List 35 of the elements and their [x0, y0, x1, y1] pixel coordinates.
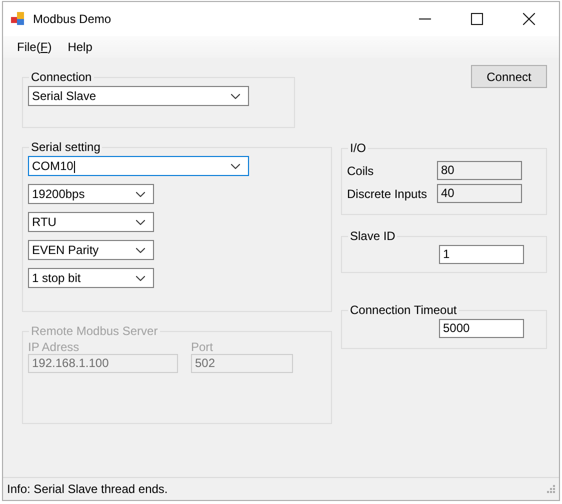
input-field[interactable]: 5000: [439, 319, 524, 338]
resize-grip-icon[interactable]: [547, 485, 555, 493]
chevron-icon: [136, 192, 145, 196]
dropdown[interactable]: 19200bps: [28, 184, 154, 204]
dropdown[interactable]: Serial Slave: [28, 86, 249, 106]
menu-item[interactable]: Help: [68, 40, 92, 54]
menu-item[interactable]: File(F): [17, 40, 52, 54]
chevron-icon: [136, 248, 145, 252]
field-label: Port: [191, 340, 214, 354]
chevron-icon: [231, 94, 240, 98]
chevron-icon: [136, 220, 145, 224]
window-title: Modbus Demo: [33, 12, 112, 26]
chevron-icon: [136, 276, 145, 280]
dropdown[interactable]: 1 stop bit: [28, 268, 154, 288]
status-text: Info: Serial Slave thread ends.: [7, 482, 168, 496]
connect-button[interactable]: Connect: [471, 65, 547, 88]
field-label: Coils: [347, 164, 375, 178]
input-field[interactable]: 80: [437, 161, 522, 180]
app-icon: [11, 12, 25, 26]
dropdown[interactable]: RTU: [28, 212, 154, 232]
group-title: Serial setting: [30, 140, 102, 154]
group-title: Connection Timeout: [349, 303, 458, 317]
group-title: Slave ID: [349, 229, 396, 243]
dropdown[interactable]: COM10: [28, 156, 249, 176]
group-title: Connection: [30, 70, 93, 84]
field-label: Discrete Inputs: [347, 186, 428, 200]
close-icon[interactable]: [523, 13, 535, 25]
input-field[interactable]: 1: [439, 245, 524, 264]
group-title: I/O: [349, 141, 368, 155]
chevron-icon: [231, 164, 240, 168]
input-field[interactable]: 40: [437, 184, 522, 203]
group-title: Remote Modbus Server: [30, 324, 159, 338]
field-label: IP Adress: [28, 340, 80, 354]
maximize-icon[interactable]: [471, 13, 483, 25]
dropdown[interactable]: EVEN Parity: [28, 240, 154, 260]
